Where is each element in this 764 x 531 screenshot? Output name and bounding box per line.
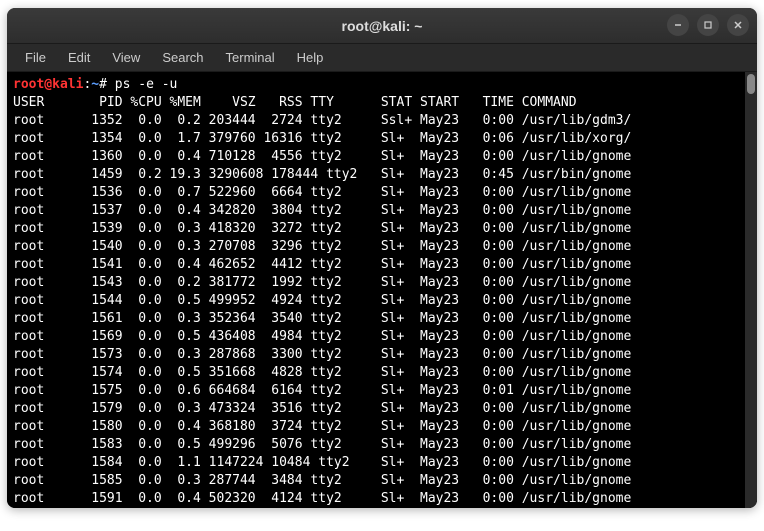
menu-view[interactable]: View	[102, 46, 150, 69]
ps-row: root 1573 0.0 0.3 287868 3300 tty2 Sl+ M…	[13, 346, 739, 364]
prompt-path: ~	[91, 77, 99, 92]
command-text: ps -e -u	[115, 77, 178, 92]
ps-row: root 1459 0.2 19.3 3290608 178444 tty2 S…	[13, 166, 739, 184]
window-title: root@kali: ~	[342, 18, 423, 34]
close-icon	[733, 20, 743, 30]
menu-file[interactable]: File	[15, 46, 56, 69]
terminal-area[interactable]: root@kali:~# ps -e -u USER PID %CPU %MEM…	[7, 72, 757, 508]
ps-row: root 1539 0.0 0.3 418320 3272 tty2 Sl+ M…	[13, 220, 739, 238]
ps-row: root 1541 0.0 0.4 462652 4412 tty2 Sl+ M…	[13, 256, 739, 274]
ps-row: root 1583 0.0 0.5 499296 5076 tty2 Sl+ M…	[13, 436, 739, 454]
ps-row: root 1584 0.0 1.1 1147224 10484 tty2 Sl+…	[13, 454, 739, 472]
ps-row: root 1585 0.0 0.3 287744 3484 tty2 Sl+ M…	[13, 472, 739, 490]
ps-row: root 1561 0.0 0.3 352364 3540 tty2 Sl+ M…	[13, 310, 739, 328]
window-controls	[667, 14, 749, 36]
maximize-button[interactable]	[697, 14, 719, 36]
ps-row: root 1540 0.0 0.3 270708 3296 tty2 Sl+ M…	[13, 238, 739, 256]
ps-row: root 1354 0.0 1.7 379760 16316 tty2 Sl+ …	[13, 130, 739, 148]
terminal-window: root@kali: ~ File Edit View Search Termi…	[7, 8, 757, 508]
prompt-line: root@kali:~# ps -e -u	[13, 76, 739, 94]
ps-header: USER PID %CPU %MEM VSZ RSS TTY STAT STAR…	[13, 94, 739, 112]
ps-row: root 1537 0.0 0.4 342820 3804 tty2 Sl+ M…	[13, 202, 739, 220]
ps-row: root 1544 0.0 0.5 499952 4924 tty2 Sl+ M…	[13, 292, 739, 310]
ps-row: root 1575 0.0 0.6 664684 6164 tty2 Sl+ M…	[13, 382, 739, 400]
maximize-icon	[703, 20, 713, 30]
ps-row: root 1579 0.0 0.3 473324 3516 tty2 Sl+ M…	[13, 400, 739, 418]
ps-row: root 1580 0.0 0.4 368180 3724 tty2 Sl+ M…	[13, 418, 739, 436]
titlebar: root@kali: ~	[7, 8, 757, 44]
ps-row: root 1352 0.0 0.2 203444 2724 tty2 Ssl+ …	[13, 112, 739, 130]
scrollbar[interactable]	[745, 72, 757, 508]
terminal-content: root@kali:~# ps -e -u USER PID %CPU %MEM…	[13, 76, 751, 508]
menu-edit[interactable]: Edit	[58, 46, 100, 69]
ps-row: root 1360 0.0 0.4 710128 4556 tty2 Sl+ M…	[13, 148, 739, 166]
prompt-sep2: #	[99, 77, 115, 92]
ps-row: root 1536 0.0 0.7 522960 6664 tty2 Sl+ M…	[13, 184, 739, 202]
menubar: File Edit View Search Terminal Help	[7, 44, 757, 72]
menu-search[interactable]: Search	[152, 46, 213, 69]
prompt-user: root@kali	[13, 77, 83, 92]
ps-row: root 1574 0.0 0.5 351668 4828 tty2 Sl+ M…	[13, 364, 739, 382]
ps-rows: root 1352 0.0 0.2 203444 2724 tty2 Ssl+ …	[13, 112, 739, 508]
ps-row: root 1569 0.0 0.5 436408 4984 tty2 Sl+ M…	[13, 328, 739, 346]
ps-row: root 1591 0.0 0.4 502320 4124 tty2 Sl+ M…	[13, 490, 739, 508]
scrollbar-thumb[interactable]	[747, 74, 755, 94]
menu-help[interactable]: Help	[287, 46, 334, 69]
menu-terminal[interactable]: Terminal	[216, 46, 285, 69]
ps-row: root 1543 0.0 0.2 381772 1992 tty2 Sl+ M…	[13, 274, 739, 292]
minimize-icon	[673, 20, 683, 30]
close-button[interactable]	[727, 14, 749, 36]
minimize-button[interactable]	[667, 14, 689, 36]
